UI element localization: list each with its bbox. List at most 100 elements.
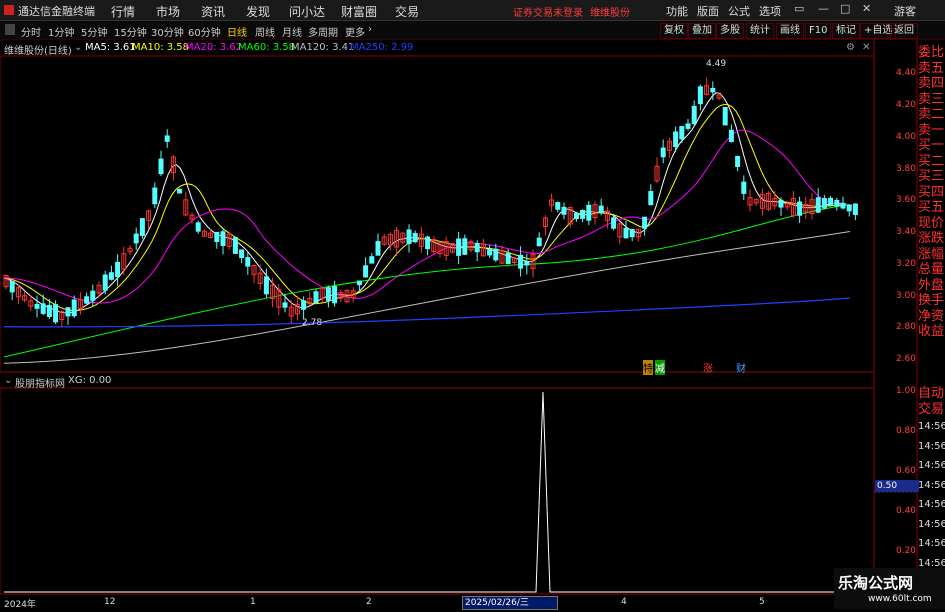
- candle-body: [302, 301, 306, 309]
- watermark: 乐淘公式网 www.60lt.com: [834, 568, 945, 609]
- quote-label[interactable]: 买一: [918, 138, 945, 154]
- candle-body: [54, 305, 58, 322]
- candle-body: [506, 253, 510, 263]
- candle-body: [47, 305, 51, 316]
- candle-body: [333, 287, 337, 303]
- candle-body: [519, 255, 523, 268]
- candle-body: [10, 281, 14, 291]
- candle-body: [525, 262, 529, 265]
- candle-body: [457, 239, 461, 255]
- candle-body: [326, 288, 330, 301]
- date-tick: 12: [104, 597, 115, 607]
- quote-label[interactable]: 卖三: [918, 92, 945, 108]
- trade-time: 14:56: [918, 476, 945, 496]
- indicator-plot: [4, 392, 917, 592]
- candle-body: [779, 200, 783, 207]
- candle-body: [692, 106, 696, 123]
- badge-rise[interactable]: 涨: [703, 360, 713, 375]
- candle-body: [736, 157, 740, 167]
- candle-body: [742, 182, 746, 193]
- price-tick: 4.20: [880, 100, 916, 110]
- candle-body: [426, 237, 430, 249]
- indicator-tick: 0.20: [880, 546, 916, 556]
- candle-body: [649, 192, 653, 205]
- candle-body: [364, 266, 368, 277]
- date-tick: 2024年: [4, 597, 36, 610]
- candle-body: [822, 199, 826, 208]
- quote-label[interactable]: 卖二: [918, 107, 945, 123]
- candle-body: [314, 292, 318, 303]
- trade-time: 14:56: [918, 495, 945, 515]
- candle-body: [612, 218, 616, 228]
- quote-label[interactable]: 卖五: [918, 61, 945, 77]
- trade-time: 14:56: [918, 437, 945, 457]
- candle-body: [178, 189, 182, 193]
- ma10-line: [4, 105, 852, 311]
- candle-body: [556, 203, 560, 210]
- high-annotation: 4.49: [706, 59, 726, 69]
- candle-body: [488, 250, 492, 255]
- date-tick: 1: [250, 597, 256, 607]
- quote-label[interactable]: 现价: [918, 216, 945, 232]
- quote-label[interactable]: 收益: [918, 324, 945, 340]
- price-tick: 3.00: [880, 291, 916, 301]
- candle-body: [215, 232, 219, 241]
- candle-body: [643, 217, 647, 228]
- quote-label[interactable]: 换手: [918, 293, 945, 309]
- candle-body: [816, 198, 820, 212]
- candle-body: [165, 136, 169, 141]
- quote-label[interactable]: 委比: [918, 45, 945, 61]
- quote-side-panel: 委比卖五卖四卖三卖二卖一买一买二买三买四买五现价涨跌涨幅总量外盘换手净资收益: [918, 45, 945, 340]
- ma5-line: [4, 93, 852, 313]
- quote-label[interactable]: 买三: [918, 169, 945, 185]
- kline-chart[interactable]: [0, 0, 945, 609]
- quote-label[interactable]: 总量: [918, 262, 945, 278]
- price-tick: 4.00: [880, 132, 916, 142]
- candle-body: [85, 297, 89, 303]
- date-tick: 5: [759, 597, 765, 607]
- trade-label[interactable]: 自动: [918, 386, 945, 402]
- candle-body: [680, 127, 684, 139]
- candle-body: [134, 234, 138, 243]
- candle-body: [159, 159, 163, 174]
- quote-label[interactable]: 卖一: [918, 123, 945, 139]
- indicator-tick: 1.00: [880, 386, 916, 396]
- candle-body: [103, 275, 107, 290]
- quote-label[interactable]: 买二: [918, 154, 945, 170]
- candle-body: [674, 132, 678, 147]
- quote-label[interactable]: 涨幅: [918, 247, 945, 263]
- badge-special[interactable]: 特: [643, 360, 653, 375]
- candle-body: [630, 229, 634, 236]
- price-tick: 2.80: [880, 322, 916, 332]
- candle-body: [370, 257, 374, 263]
- candle-body: [798, 202, 802, 215]
- candle-body: [413, 233, 417, 241]
- price-tick: 3.80: [880, 164, 916, 174]
- sub-plot-border: [0, 388, 874, 594]
- quote-label[interactable]: 涨跌: [918, 231, 945, 247]
- quote-label[interactable]: 净资: [918, 309, 945, 325]
- candle-body: [407, 230, 411, 244]
- ma120-line: [4, 231, 850, 363]
- candle-body: [283, 303, 287, 307]
- quote-label[interactable]: 外盘: [918, 278, 945, 294]
- candle-body: [562, 207, 566, 214]
- candle-body: [574, 213, 578, 218]
- candle-body: [587, 205, 591, 220]
- candle-body: [624, 228, 628, 238]
- quote-label[interactable]: 卖四: [918, 76, 945, 92]
- badge-finance[interactable]: 财: [736, 360, 746, 375]
- quote-label[interactable]: 买四: [918, 185, 945, 201]
- ma60-line: [4, 204, 850, 356]
- candle-body: [494, 249, 498, 260]
- candle-body: [463, 239, 467, 255]
- badge-reduce[interactable]: 减: [655, 360, 665, 375]
- candle-body: [729, 130, 733, 141]
- candle-body: [66, 308, 70, 316]
- indicator-tick: 0.40: [880, 506, 916, 516]
- candle-body: [72, 300, 76, 316]
- trade-label[interactable]: 交易: [918, 402, 945, 418]
- price-tick: 3.60: [880, 195, 916, 205]
- quote-label[interactable]: 买五: [918, 200, 945, 216]
- candle-body: [686, 124, 690, 128]
